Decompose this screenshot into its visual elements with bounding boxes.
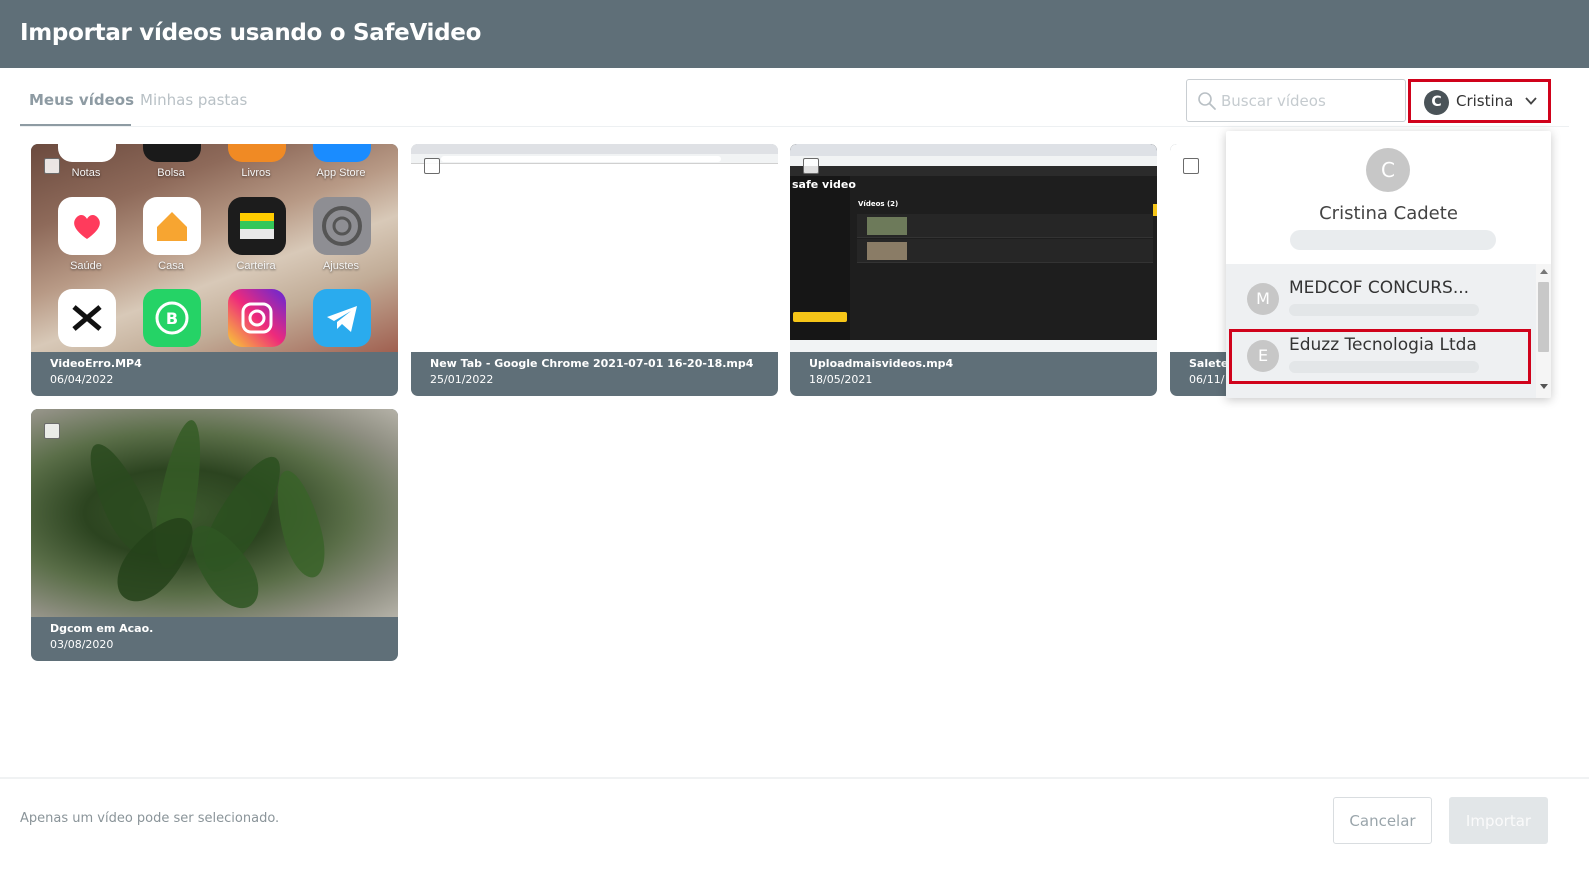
scroll-down-arrow-icon[interactable] — [1540, 384, 1548, 389]
account-list: M MEDCOF CONCURS... E Eduzz Tecnologia L… — [1226, 264, 1536, 398]
telegram-app-icon — [313, 289, 371, 347]
account-item-avatar: M — [1247, 283, 1279, 315]
capcut-app-icon — [58, 289, 116, 347]
video-select-checkbox[interactable] — [44, 423, 60, 439]
notes-app-icon — [58, 144, 116, 162]
video-date: 25/01/2022 — [430, 373, 494, 386]
whatsapp-app-icon: B — [143, 289, 201, 347]
app-label: App Store — [316, 167, 366, 179]
app-label: Saúde — [70, 260, 102, 272]
send-videos-button — [793, 312, 847, 322]
video-card[interactable]: Dgcom em Acao. 03/08/2020 — [31, 409, 398, 661]
modal-header: Importar vídeos usando o SafeVideo — [0, 0, 1589, 68]
video-row-thumb — [867, 217, 907, 235]
account-list-scrollbar[interactable] — [1536, 264, 1551, 398]
account-item-name: Eduzz Tecnologia Ltda — [1289, 335, 1477, 355]
account-item-sub-placeholder — [1289, 361, 1479, 373]
footer-divider — [0, 777, 1589, 779]
dropdown-user-name: Cristina Cadete — [1319, 203, 1458, 224]
video-row — [857, 239, 1153, 263]
chevron-down-icon — [1525, 97, 1537, 105]
modal-title: Importar vídeos usando o SafeVideo — [20, 20, 482, 46]
video-caption: New Tab - Google Chrome 2021-07-01 16-20… — [430, 356, 753, 388]
video-select-checkbox[interactable] — [803, 158, 819, 174]
video-thumbnail — [411, 144, 778, 352]
stocks-app-icon — [143, 144, 201, 162]
scrollbar-thumb[interactable] — [1538, 282, 1549, 352]
account-item-name: MEDCOF CONCURS... — [1289, 278, 1470, 298]
app-label: Ajustes — [322, 260, 360, 272]
account-selector-button[interactable]: C Cristina — [1408, 79, 1551, 123]
search-box — [1186, 79, 1406, 122]
video-caption: Uploadmaisvideos.mp4 18/05/2021 — [809, 356, 953, 388]
accent-mark — [1153, 204, 1157, 216]
browser-tab-strip — [790, 144, 1157, 156]
app-label: Casa — [158, 260, 184, 272]
tab-my-videos[interactable]: Meus vídeos — [20, 76, 134, 126]
svg-text:B: B — [166, 309, 178, 328]
scroll-up-arrow-icon[interactable] — [1540, 269, 1548, 274]
tab-my-folders[interactable]: Minhas pastas — [140, 76, 247, 126]
books-app-icon — [228, 144, 286, 162]
video-card[interactable]: New Tab - Google Chrome 2021-07-01 16-20… — [411, 144, 778, 396]
video-name: VideoErro.MP4 — [50, 357, 142, 370]
account-item-eduzz[interactable]: E Eduzz Tecnologia Ltda — [1226, 321, 1536, 377]
instagram-app-icon — [228, 289, 286, 347]
account-avatar: C — [1424, 90, 1449, 115]
app-label: Carteira — [236, 260, 276, 272]
video-name: Uploadmaisvideos.mp4 — [809, 357, 954, 370]
video-select-checkbox[interactable] — [424, 158, 440, 174]
app-label: Bolsa — [157, 167, 185, 179]
browser-address-bar — [790, 156, 1157, 166]
videos-section-title: Vídeos (2) — [858, 200, 899, 208]
video-thumbnail — [31, 409, 398, 617]
dropdown-user-email-placeholder — [1290, 230, 1496, 250]
home-app-icon — [143, 197, 201, 255]
app-label: Livros — [241, 167, 271, 179]
health-app-icon — [58, 197, 116, 255]
video-select-checkbox[interactable] — [1183, 158, 1199, 174]
video-date: 06/04/2022 — [50, 373, 114, 386]
video-row — [857, 214, 1153, 238]
import-button[interactable]: Importar — [1449, 797, 1548, 844]
account-dropdown: C Cristina Cadete M MEDCOF CONCURS... E … — [1226, 131, 1551, 398]
cancel-button[interactable]: Cancelar — [1333, 797, 1432, 844]
video-select-checkbox[interactable] — [44, 158, 60, 174]
account-item-medcof[interactable]: M MEDCOF CONCURS... — [1226, 264, 1536, 320]
video-thumbnail: safe video Vídeos (2) — [790, 144, 1157, 352]
app-nav-bar — [790, 166, 1157, 176]
selection-note: Apenas um vídeo pode ser selecionado. — [20, 811, 280, 826]
video-caption: VideoErro.MP4 06/04/2022 — [50, 356, 142, 388]
video-card[interactable]: Notas Bolsa Livros App Store Saúde Casa … — [31, 144, 398, 396]
video-row-thumb — [867, 242, 907, 260]
video-name: Dgcom em Acao. — [50, 622, 154, 635]
app-store-icon — [313, 144, 371, 162]
video-date: 03/08/2020 — [50, 638, 114, 651]
video-name: New Tab - Google Chrome 2021-07-01 16-20… — [430, 357, 754, 370]
browser-url-field — [441, 156, 721, 162]
video-card[interactable]: safe video Vídeos (2) Uploadmaisvideos.m… — [790, 144, 1157, 396]
account-name: Cristina — [1456, 92, 1514, 110]
account-item-avatar: E — [1247, 340, 1279, 372]
browser-download-bar — [790, 340, 1157, 352]
app-sidebar — [790, 176, 850, 352]
wallet-app-icon — [228, 197, 286, 255]
tabs-divider — [20, 126, 1569, 127]
search-input[interactable] — [1221, 81, 1401, 120]
dropdown-user-avatar: C — [1366, 148, 1410, 192]
account-item-sub-placeholder — [1289, 304, 1479, 316]
video-date: 18/05/2021 — [809, 373, 873, 386]
safevideo-logo: safe video — [792, 178, 856, 191]
settings-app-icon — [313, 197, 371, 255]
video-caption: Dgcom em Acao. 03/08/2020 — [50, 621, 153, 653]
video-thumbnail: Notas Bolsa Livros App Store Saúde Casa … — [31, 144, 398, 352]
browser-tab-strip — [411, 144, 778, 154]
search-icon — [1198, 92, 1216, 110]
